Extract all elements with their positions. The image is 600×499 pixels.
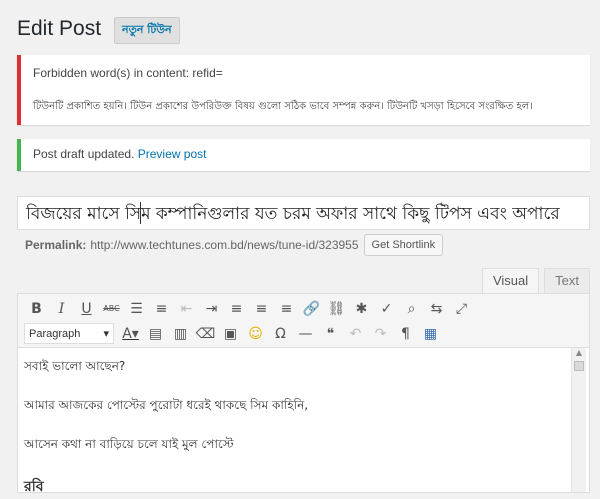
tab-text[interactable]: Text <box>544 268 590 295</box>
underline-icon[interactable]: U <box>74 297 99 320</box>
unlink-icon[interactable]: ⛓ <box>324 297 349 320</box>
indent-icon[interactable]: ⇥ <box>199 297 224 320</box>
error-detail: টিউনটি প্রকাশিত হয়নি। টিউন প্রকাশের উপর… <box>33 101 533 112</box>
page-title: Edit Post <box>17 17 102 40</box>
paste-word-icon[interactable]: ▥ <box>168 322 193 345</box>
link-icon[interactable]: 🔗 <box>299 297 324 320</box>
error-message: Forbidden word(s) in content: refid= <box>33 66 223 80</box>
strikethrough-icon[interactable]: ABC <box>99 297 124 320</box>
horizontal-line-icon[interactable]: — <box>293 322 318 345</box>
content-heading: রবি <box>24 479 44 495</box>
page-header: Edit Post নতুন টিউন <box>17 14 180 44</box>
editor-scrollbar[interactable]: ▲ <box>571 348 586 492</box>
blockquote-icon[interactable]: ❝ <box>318 322 343 345</box>
chevron-down-icon: ▾ <box>103 328 109 340</box>
format-select[interactable]: Paragraph ▾ <box>24 323 114 344</box>
more-tag-icon[interactable]: ✱ <box>349 297 374 320</box>
table-icon[interactable]: ▦ <box>418 322 443 345</box>
permalink-row: Permalink: http://www.techtunes.com.bd/n… <box>25 234 444 256</box>
new-post-button[interactable]: নতুন টিউন <box>114 17 180 44</box>
special-character-icon[interactable]: Ω <box>268 322 293 345</box>
italic-icon[interactable]: I <box>49 297 74 320</box>
align-left-icon[interactable]: ≡ <box>224 297 249 320</box>
content-paragraph: আসেন কথা না বাড়িয়ে চলে যাই মুল পোস্টে <box>24 437 234 451</box>
post-title-text: বিজয়ের মাসে সিম কম্পানিগুলার যত চরম অফা… <box>26 204 560 224</box>
get-shortlink-button[interactable]: Get Shortlink <box>363 234 444 256</box>
fullscreen-icon[interactable]: ⤢ <box>449 297 474 320</box>
success-message: Post draft updated. <box>33 147 135 161</box>
post-title-input[interactable]: বিজয়ের মাসে সিম কম্পানিগুলার যত চরম অফা… <box>17 196 590 230</box>
numbered-list-icon[interactable]: ≡ <box>149 297 174 320</box>
editor: B I U ABC ☰ ≡ ⇤ ⇥ ≡ ≡ ≡ 🔗 ⛓ ✱ ✓ ⌕ ⇆ ⤢ Pa… <box>17 293 590 495</box>
editor-tabs: Visual Text <box>481 268 590 295</box>
format-select-value: Paragraph <box>29 327 81 340</box>
undo-icon[interactable]: ↶ <box>343 322 368 345</box>
bullet-list-icon[interactable]: ☰ <box>124 297 149 320</box>
paste-text-icon[interactable]: ▤ <box>143 322 168 345</box>
content-paragraph: সবাই ভালো আছেন? <box>24 359 126 373</box>
scrollbar-thumb[interactable] <box>574 361 584 371</box>
text-color-icon[interactable]: A▾ <box>118 322 143 345</box>
insert-media-icon[interactable]: ▣ <box>218 322 243 345</box>
replace-icon[interactable]: ⇆ <box>424 297 449 320</box>
text-caret <box>140 202 141 224</box>
tab-visual[interactable]: Visual <box>481 268 540 295</box>
permalink-label: Permalink: <box>25 238 87 252</box>
success-notice: Post draft updated. Preview post <box>17 139 590 171</box>
editor-toolbar: B I U ABC ☰ ≡ ⇤ ⇥ ≡ ≡ ≡ 🔗 ⛓ ✱ ✓ ⌕ ⇆ ⤢ Pa… <box>18 294 589 348</box>
outdent-icon[interactable]: ⇤ <box>174 297 199 320</box>
align-right-icon[interactable]: ≡ <box>274 297 299 320</box>
clear-formatting-icon[interactable]: ⌫ <box>193 322 218 345</box>
scroll-up-icon[interactable]: ▲ <box>572 348 586 360</box>
content-paragraph: আমার আজকের পোস্টের পুরোটা ধরেই থাকছে সিম… <box>24 398 309 412</box>
emoticon-icon[interactable]: ☺ <box>243 322 268 345</box>
bold-icon[interactable]: B <box>24 297 49 320</box>
redo-icon[interactable]: ↷ <box>368 322 393 345</box>
spellcheck-icon[interactable]: ✓ <box>374 297 399 320</box>
permalink-url[interactable]: http://www.techtunes.com.bd/news/tune-id… <box>90 238 358 252</box>
find-icon[interactable]: ⌕ <box>399 297 424 320</box>
error-notice: Forbidden word(s) in content: refid= টিউ… <box>17 55 590 125</box>
align-center-icon[interactable]: ≡ <box>249 297 274 320</box>
editor-content[interactable]: সবাই ভালো আছেন? আমার আজকের পোস্টের পুরোট… <box>18 348 589 495</box>
paragraph-icon[interactable]: ¶ <box>393 322 418 345</box>
preview-post-link[interactable]: Preview post <box>138 147 207 161</box>
